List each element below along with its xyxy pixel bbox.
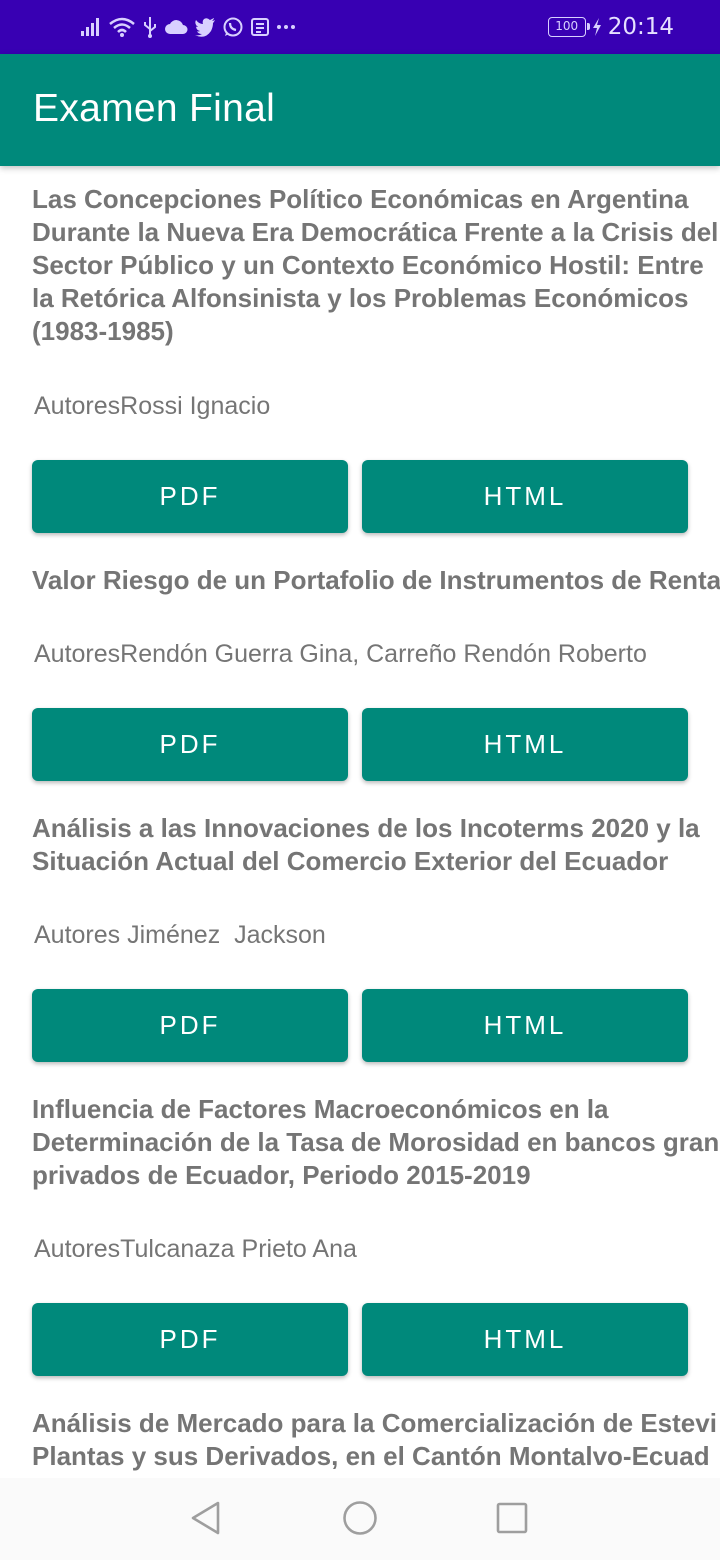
battery-icon: 100 [547, 17, 590, 37]
app-bar: Examen Final [0, 54, 720, 166]
notification-icon [251, 18, 269, 36]
status-bar: 100 20:14 [0, 0, 720, 54]
signal-icon [81, 18, 99, 36]
twitter-icon [195, 18, 215, 37]
recents-icon[interactable] [494, 1499, 530, 1537]
app-title: Examen Final [33, 87, 276, 130]
article-title: Influencia de Factores Macroeconómicos e… [32, 1093, 720, 1192]
back-icon[interactable] [188, 1499, 224, 1537]
article-title-line: Situación Actual del Comercio Exterior d… [32, 846, 669, 876]
usb-icon [144, 17, 156, 38]
article-title-line: Determinación de la Tasa de Morosidad en… [32, 1127, 720, 1157]
status-icons [80, 12, 296, 42]
article-title-line: la Retórica Alfonsinista y los Problemas… [32, 283, 689, 313]
charging-icon [592, 18, 601, 36]
article-authors: AutoresTulcanaza Prieto Ana [34, 1235, 357, 1263]
clock: 20:14 [607, 14, 674, 40]
article-title-line: Influencia de Factores Macroeconómicos e… [32, 1094, 609, 1124]
pdf-button[interactable]: PDF [32, 708, 348, 781]
article-title-line: privados de Ecuador, Periodo 2015-2019 [32, 1160, 531, 1190]
article-title-line: (1983-1985) [32, 316, 174, 346]
article-title-line: Plantas y sus Derivados, en el Cantón Mo… [32, 1441, 710, 1471]
status-right: 100 20:14 [547, 12, 674, 42]
more-icon [277, 25, 295, 29]
article-title: Las Concepciones Político Económicas en … [32, 183, 720, 348]
html-button[interactable]: HTML [362, 1303, 688, 1376]
cloud-icon [165, 20, 188, 34]
html-button[interactable]: HTML [362, 989, 688, 1062]
article-title-line: Análisis a las Innovaciones de los Incot… [32, 813, 700, 843]
html-button[interactable]: HTML [362, 460, 688, 533]
article-title-line: Durante la Nueva Era Democrática Frente … [32, 217, 719, 247]
wifi-icon [109, 17, 135, 37]
article-title: Análisis a las Innovaciones de los Incot… [32, 812, 720, 878]
article-title-line: Las Concepciones Político Económicas en … [32, 184, 689, 214]
pdf-button[interactable]: PDF [32, 460, 348, 533]
article-authors: Autores Jiménez Jackson [34, 921, 326, 949]
article-title-line: Análisis de Mercado para la Comercializa… [32, 1408, 717, 1438]
pdf-button[interactable]: PDF [32, 1303, 348, 1376]
article-list[interactable]: Las Concepciones Político Económicas en … [0, 166, 720, 1478]
navigation-bar [0, 1478, 720, 1560]
html-button[interactable]: HTML [362, 708, 688, 781]
article-title-line: Valor Riesgo de un Portafolio de Instrum… [32, 565, 720, 595]
whatsapp-icon [223, 17, 243, 37]
article-title: Análisis de Mercado para la Comercializa… [32, 1407, 720, 1473]
article-title-line: Sector Público y un Contexto Económico H… [32, 250, 704, 280]
article-title: Valor Riesgo de un Portafolio de Instrum… [32, 564, 720, 597]
home-icon[interactable] [341, 1499, 379, 1537]
article-authors: AutoresRossi Ignacio [34, 392, 271, 420]
article-authors: AutoresRendón Guerra Gina, Carreño Rendó… [34, 640, 647, 668]
pdf-button[interactable]: PDF [32, 989, 348, 1062]
